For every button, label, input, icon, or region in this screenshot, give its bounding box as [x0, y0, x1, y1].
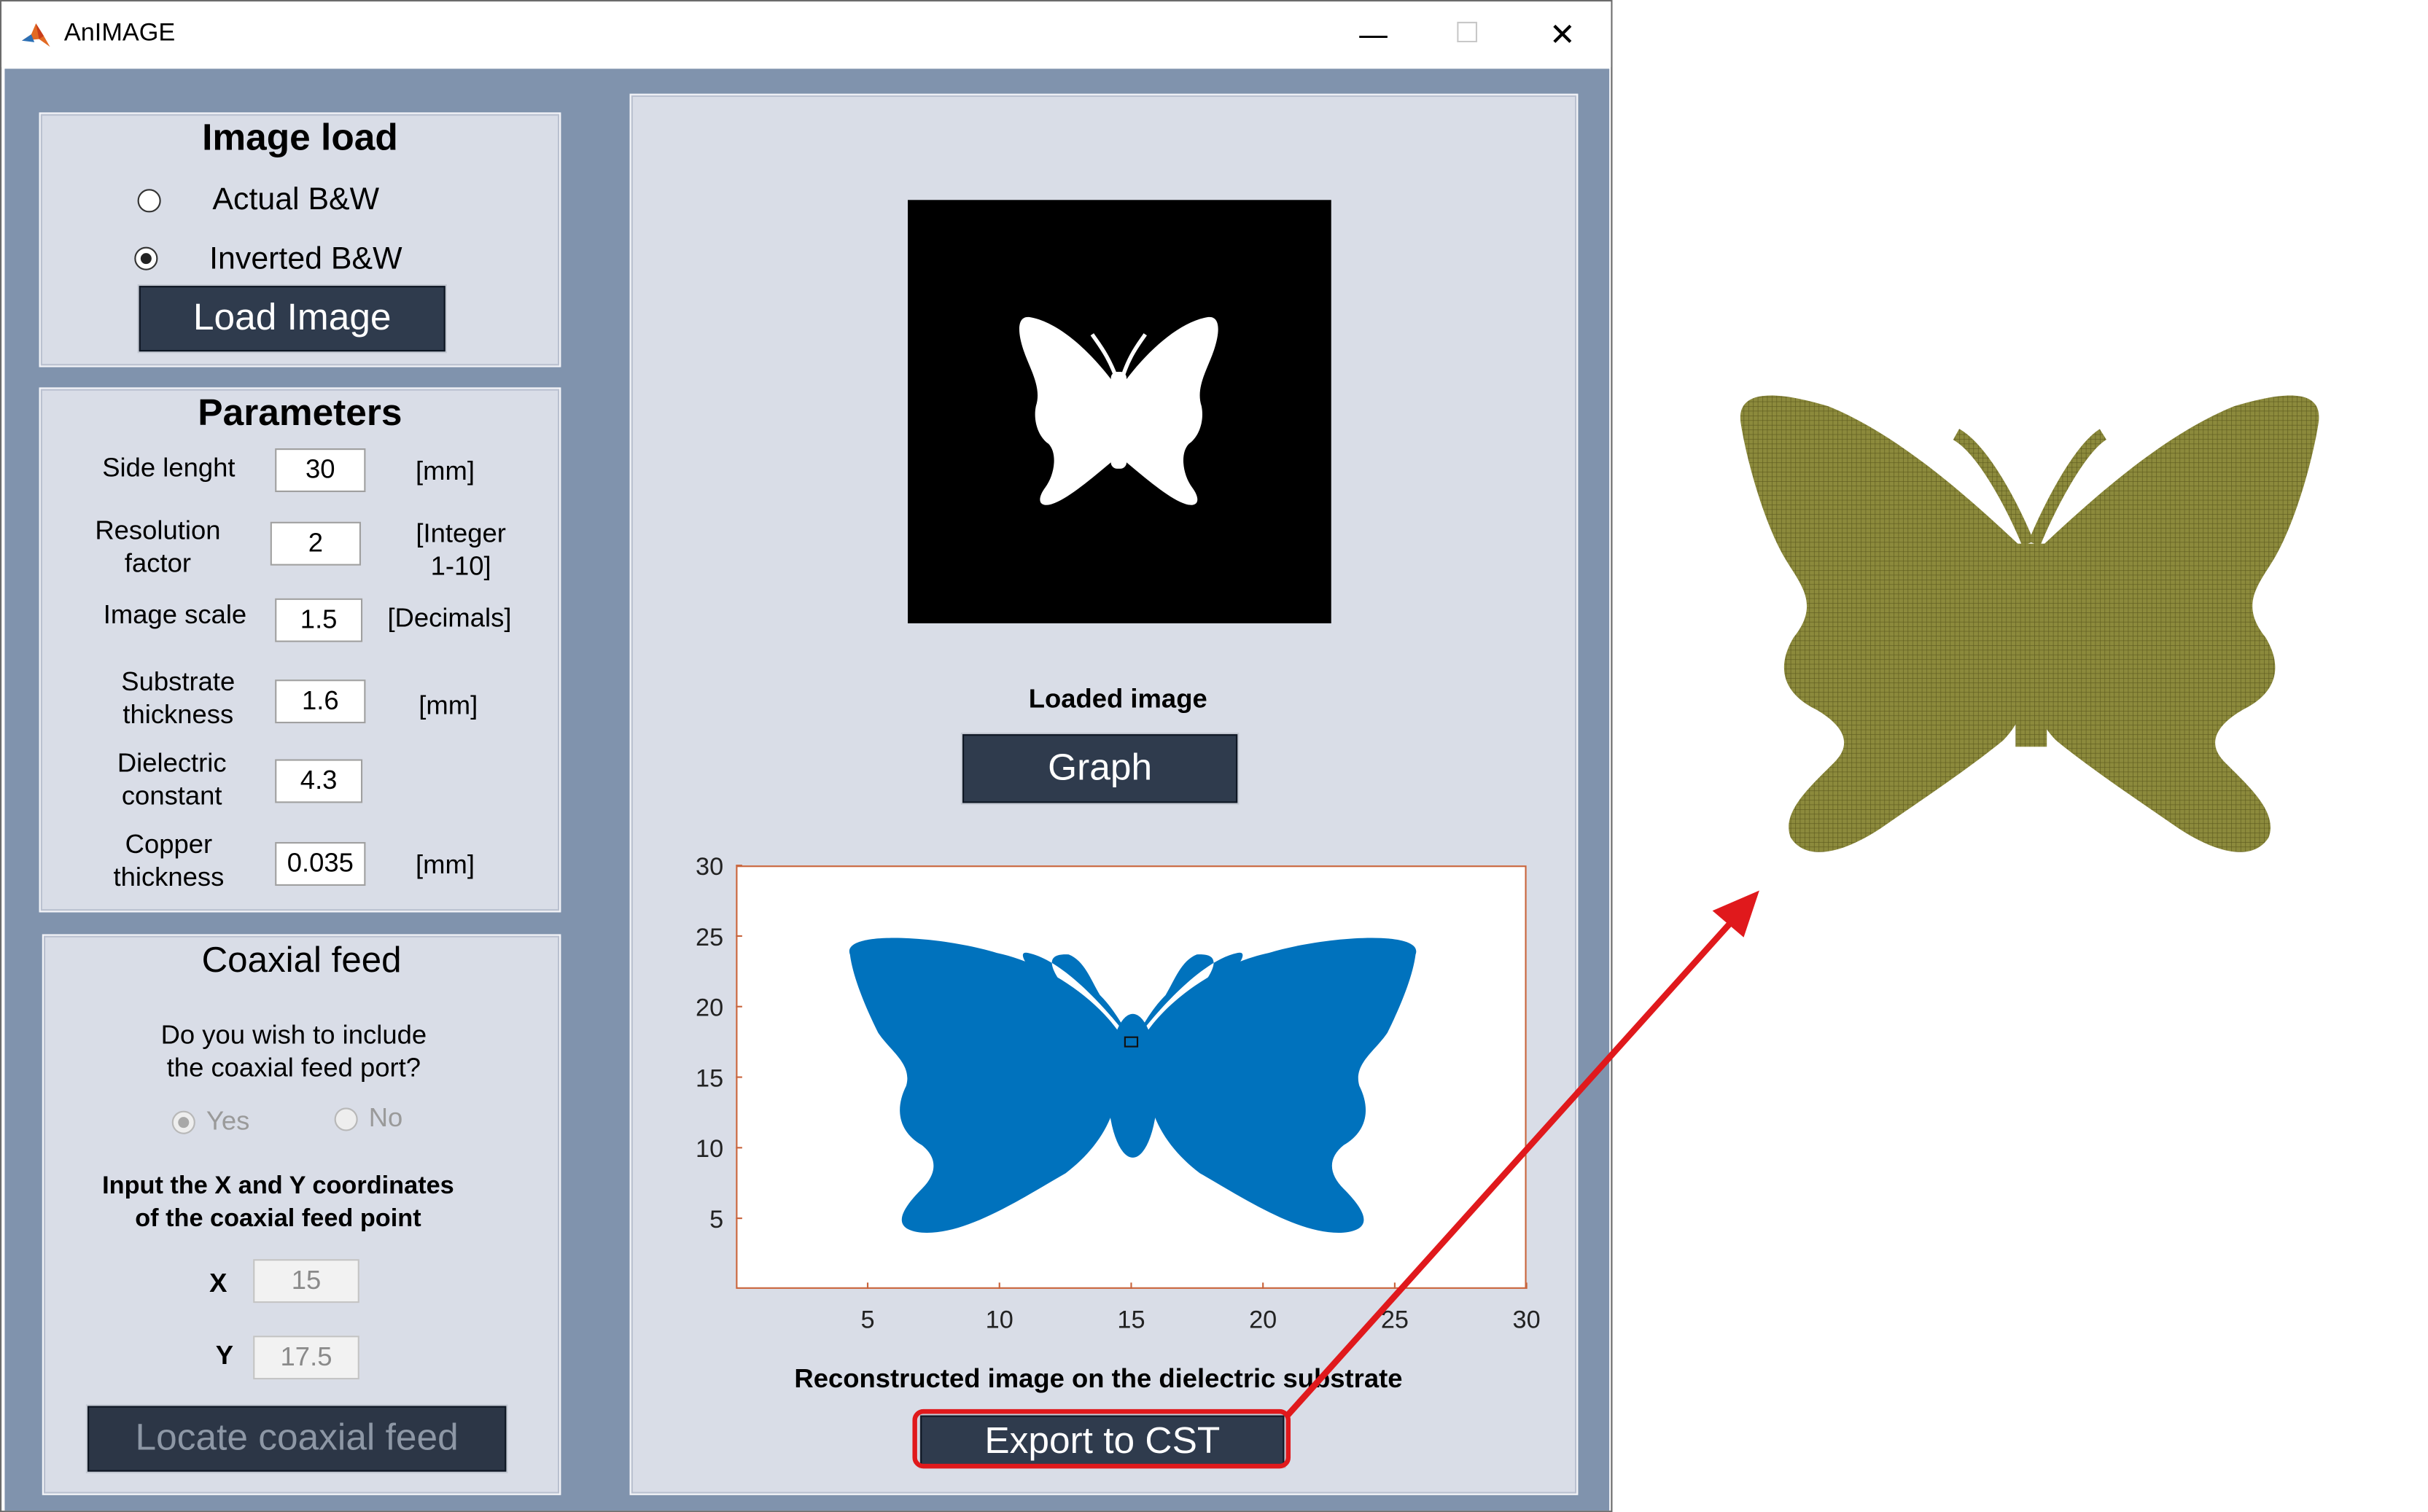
cst-butterfly-model	[1740, 395, 2319, 852]
arrow-head-icon	[1712, 890, 1759, 938]
